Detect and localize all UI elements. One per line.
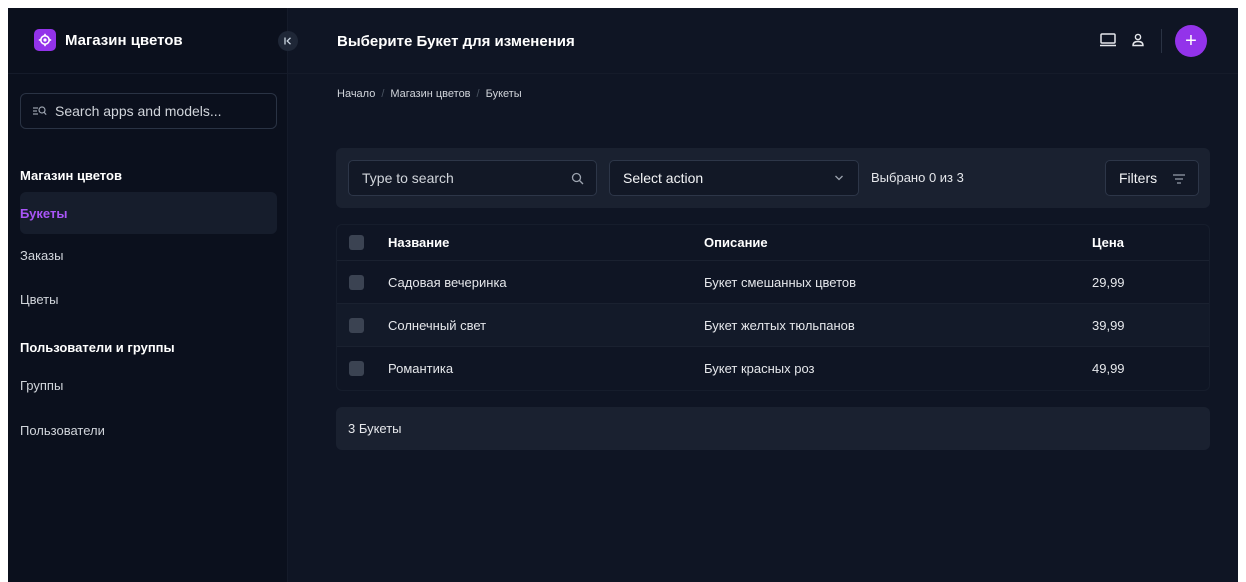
column-header-name[interactable]: Название (388, 235, 449, 250)
nav-heading-users-groups: Пользователи и группы (20, 340, 175, 355)
sidebar-item-label: Цветы (20, 291, 59, 307)
filters-button[interactable]: Filters (1105, 160, 1199, 196)
breadcrumb: Начало / Магазин цветов / Букеты (337, 88, 522, 100)
row-description: Букет красных роз (704, 361, 815, 376)
sidebar-item-label: Букеты (20, 205, 68, 221)
gear-icon[interactable] (34, 29, 56, 51)
breadcrumb-home[interactable]: Начало (337, 88, 375, 100)
header-divider (1161, 29, 1162, 53)
app-window: Магазин цветов Search apps and models...… (8, 8, 1238, 582)
sidebar: Магазин цветов Search apps and models...… (8, 8, 288, 582)
row-checkbox[interactable] (349, 275, 364, 290)
table-row: Романтика Букет красных роз 49,99 (337, 347, 1209, 390)
row-price: 49,99 (1092, 361, 1125, 376)
column-header-description[interactable]: Описание (704, 235, 768, 250)
changelist-toolbar: Type to search Select action Выбрано 0 и… (336, 148, 1210, 208)
row-description: Букет смешанных цветов (704, 275, 857, 290)
collapse-sidebar-button[interactable] (278, 31, 298, 51)
row-name-link[interactable]: Солнечный свет (388, 318, 486, 333)
collapse-icon (284, 37, 291, 45)
row-checkbox[interactable] (349, 318, 364, 333)
row-description: Букет желтых тюльпанов (704, 318, 855, 333)
sidebar-item-label: Группы (20, 377, 64, 393)
table-header-row: Название Описание Цена (337, 225, 1209, 261)
search-apps-input[interactable]: Search apps and models... (20, 93, 277, 129)
action-select-value: Select action (623, 170, 704, 186)
sidebar-item-label: Пользователи (20, 422, 105, 438)
brand-title[interactable]: Магазин цветов (65, 32, 183, 49)
user-icon[interactable] (1128, 30, 1148, 50)
sidebar-item-bouquets[interactable]: Букеты (20, 192, 277, 234)
action-select[interactable]: Select action (609, 160, 859, 196)
search-input[interactable]: Type to search (348, 160, 597, 196)
breadcrumb-separator: / (476, 88, 480, 100)
sidebar-item-groups[interactable]: Группы (20, 364, 277, 406)
monitor-icon[interactable] (1098, 30, 1118, 50)
chevron-down-icon (835, 175, 843, 181)
breadcrumb-separator: / (381, 88, 385, 100)
filter-icon (1173, 174, 1185, 184)
sidebar-item-flowers[interactable]: Цветы (20, 278, 277, 320)
row-name-link[interactable]: Садовая вечеринка (388, 275, 507, 290)
row-price: 39,99 (1092, 318, 1125, 333)
sidebar-item-orders[interactable]: Заказы (20, 234, 277, 276)
page-title: Выберите Букет для изменения (337, 33, 575, 50)
table-row: Солнечный свет Букет желтых тюльпанов 39… (337, 304, 1209, 347)
sidebar-item-users[interactable]: Пользователи (20, 409, 277, 451)
result-count: 3 Букеты (348, 421, 402, 436)
search-apps-placeholder: Search apps and models... (55, 103, 222, 119)
result-count-bar: 3 Букеты (336, 407, 1210, 450)
add-button[interactable]: + (1175, 25, 1207, 57)
search-icon (33, 106, 47, 116)
search-icon (571, 172, 584, 185)
row-name-link[interactable]: Романтика (388, 361, 453, 376)
selected-count: Выбрано 0 из 3 (871, 170, 964, 185)
filters-label: Filters (1119, 170, 1158, 186)
row-checkbox[interactable] (349, 361, 364, 376)
sidebar-item-label: Заказы (20, 247, 64, 263)
row-price: 29,99 (1092, 275, 1125, 290)
select-all-checkbox[interactable] (349, 235, 364, 250)
brand-header: Магазин цветов (8, 8, 288, 74)
breadcrumb-current: Букеты (485, 88, 522, 100)
results-table: Название Описание Цена Садовая вечеринка… (336, 224, 1210, 391)
table-row: Садовая вечеринка Букет смешанных цветов… (337, 261, 1209, 304)
search-placeholder: Type to search (362, 170, 454, 186)
column-header-price[interactable]: Цена (1092, 235, 1124, 250)
main-header: Выберите Букет для изменения + (288, 8, 1238, 74)
breadcrumb-app[interactable]: Магазин цветов (390, 88, 470, 100)
nav-heading-flower-shop: Магазин цветов (20, 168, 122, 183)
